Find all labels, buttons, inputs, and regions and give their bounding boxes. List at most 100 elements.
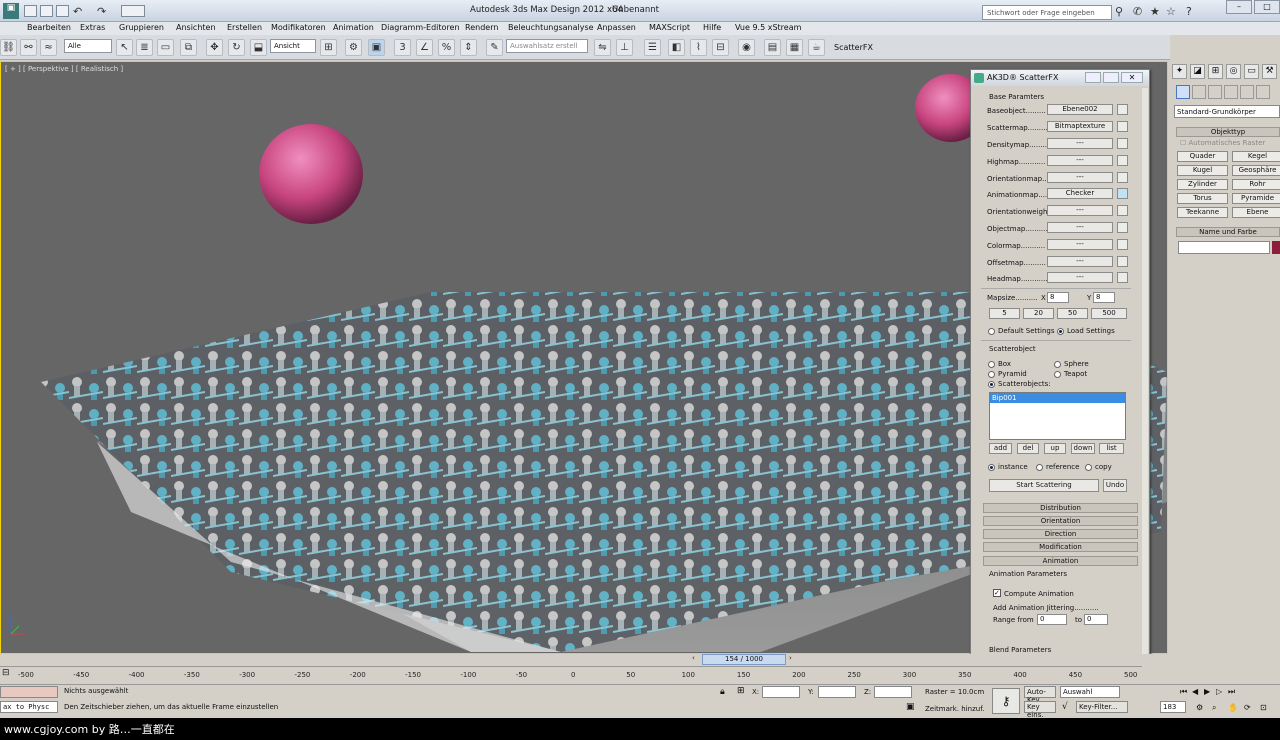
menu-animation[interactable]: Animation: [333, 23, 374, 32]
instance-radio[interactable]: [988, 464, 995, 471]
menu-beleuchtungsanalyse[interactable]: Beleuchtungsanalyse: [508, 23, 594, 32]
track-bar[interactable]: ⊟ -500 -450 -400 -350 -300 -250 -200 -150 -100 -5…: [0, 666, 1142, 684]
pyramide-button[interactable]: Pyramide: [1232, 193, 1280, 204]
select-manipulate-icon[interactable]: ⚙: [345, 39, 362, 56]
reference-coord-dropdown[interactable]: Ansicht: [270, 39, 316, 53]
material-editor-icon[interactable]: ◉: [738, 39, 755, 56]
scattermap-clear[interactable]: [1117, 121, 1128, 132]
favorites-icon[interactable]: ★: [1150, 5, 1160, 18]
absolute-mode-icon[interactable]: ⊞: [737, 686, 745, 696]
menu-gruppieren[interactable]: Gruppieren: [119, 23, 164, 32]
maximize-viewport-icon[interactable]: ⊡: [1260, 703, 1267, 712]
communication-icon[interactable]: ✆: [1133, 5, 1142, 18]
del-button[interactable]: del: [1017, 443, 1039, 454]
geometry-type-dropdown[interactable]: Standard-Grundkörper: [1174, 105, 1280, 118]
orientation-rollout[interactable]: Orientation: [983, 516, 1138, 526]
edit-named-selection-icon[interactable]: ✎: [486, 39, 503, 56]
orientationmap-button[interactable]: ---: [1047, 172, 1113, 183]
render-icon[interactable]: ☕: [808, 39, 825, 56]
star-icon[interactable]: ☆: [1166, 5, 1176, 18]
lights-icon[interactable]: [1208, 85, 1222, 99]
baseobject-button[interactable]: Ebene002: [1047, 104, 1113, 115]
play-icon[interactable]: ▶: [1204, 687, 1210, 696]
scattermap-button[interactable]: Bitmaptexture: [1047, 121, 1113, 132]
go-start-icon[interactable]: ⏮: [1180, 687, 1187, 697]
start-scattering-button[interactable]: Start Scattering: [989, 479, 1099, 492]
teapot-radio[interactable]: [1054, 371, 1061, 378]
time-config-icon[interactable]: ⚙: [1196, 703, 1203, 712]
snap-toggle-icon[interactable]: 3: [394, 39, 411, 56]
mirror-icon[interactable]: ⇋: [594, 39, 611, 56]
default-settings-radio[interactable]: [988, 328, 995, 335]
orientationweight-clear[interactable]: [1117, 205, 1128, 216]
maxscript-listener-field[interactable]: ax to Physc: [0, 701, 58, 713]
scale-icon[interactable]: ⬓: [250, 39, 267, 56]
range-to-field[interactable]: 0: [1084, 614, 1108, 625]
mini-curve-editor-icon[interactable]: ⊟: [2, 668, 10, 678]
down-button[interactable]: down: [1071, 443, 1095, 454]
rendered-frame-icon[interactable]: ▦: [786, 39, 803, 56]
auto-key-button[interactable]: Auto-Key: [1024, 686, 1056, 704]
set-key-button[interactable]: Key eins.: [1024, 701, 1056, 719]
orbit-icon[interactable]: ⟳: [1244, 703, 1251, 712]
curve-editor-icon[interactable]: ⌇: [690, 39, 707, 56]
menu-diagramm-editoren[interactable]: Diagramm-Editoren: [381, 23, 460, 32]
menu-vue-xstream[interactable]: Vue 9.5 xStream: [735, 23, 801, 32]
cameras-icon[interactable]: [1224, 85, 1238, 99]
display-tab-icon[interactable]: ▭: [1244, 64, 1259, 79]
helpers-icon[interactable]: [1240, 85, 1254, 99]
angle-snap-icon[interactable]: ∠: [416, 39, 433, 56]
objtype-rollout-header[interactable]: Objekttyp: [1176, 127, 1280, 137]
rohr-button[interactable]: Rohr: [1232, 179, 1280, 190]
mapsize-y-field[interactable]: 8: [1093, 292, 1115, 303]
selection-filter-dropdown[interactable]: Alle: [64, 39, 112, 53]
help-search-input[interactable]: Stichwort oder Frage eingeben: [982, 5, 1112, 20]
animationmap-button[interactable]: Checker: [1047, 188, 1113, 199]
add-time-tag[interactable]: Zeitmark. hinzuf.: [925, 705, 984, 713]
open-icon[interactable]: [40, 5, 53, 17]
sphere-radio[interactable]: [1054, 361, 1061, 368]
render-setup-icon[interactable]: ▤: [764, 39, 781, 56]
compute-animation-checkbox[interactable]: ✓: [993, 589, 1001, 597]
preset-500-button[interactable]: 500: [1091, 308, 1127, 319]
shapes-icon[interactable]: [1192, 85, 1206, 99]
x-coord-field[interactable]: [762, 686, 800, 698]
pivot-center-icon[interactable]: ⊞: [320, 39, 337, 56]
animation-rollout[interactable]: Animation: [983, 556, 1138, 566]
undo-icon[interactable]: ↶: [73, 5, 82, 18]
go-end-icon[interactable]: ⏭: [1228, 687, 1235, 697]
spacewarps-icon[interactable]: [1256, 85, 1270, 99]
modify-tab-icon[interactable]: ◪: [1190, 64, 1205, 79]
object-color-swatch[interactable]: [1272, 241, 1280, 254]
motion-tab-icon[interactable]: ◎: [1226, 64, 1241, 79]
prev-key-icon[interactable]: ◀: [1192, 687, 1198, 696]
torus-button[interactable]: Torus: [1177, 193, 1228, 204]
kugel-button[interactable]: Kugel: [1177, 165, 1228, 176]
new-icon[interactable]: [24, 5, 37, 17]
set-key-icon[interactable]: ⚷: [992, 688, 1020, 714]
bind-spacewarp-icon[interactable]: ≈: [40, 39, 57, 56]
quader-button[interactable]: Quader: [1177, 151, 1228, 162]
headmap-button[interactable]: ---: [1047, 272, 1113, 283]
maxscript-listener-pink[interactable]: [0, 686, 58, 698]
hierarchy-tab-icon[interactable]: ⊞: [1208, 64, 1223, 79]
time-slider-thumb[interactable]: 154 / 1000: [702, 654, 786, 665]
prev-frame-icon[interactable]: ‹: [692, 654, 695, 662]
select-by-name-icon[interactable]: ≣: [136, 39, 153, 56]
colormap-button[interactable]: ---: [1047, 239, 1113, 250]
reference-radio[interactable]: [1036, 464, 1043, 471]
scatterfx-toolbar-label[interactable]: ScatterFX: [834, 43, 873, 52]
time-tag-icon[interactable]: ▣: [906, 702, 915, 712]
menu-ansichten[interactable]: Ansichten: [176, 23, 216, 32]
geosphaere-button[interactable]: Geosphäre: [1232, 165, 1280, 176]
ebene-button[interactable]: Ebene: [1232, 207, 1280, 218]
scatterobjects-list[interactable]: Bip001: [989, 392, 1126, 440]
help-icon[interactable]: ?: [1186, 5, 1192, 18]
offsetmap-clear[interactable]: [1117, 256, 1128, 267]
modification-rollout[interactable]: Modification: [983, 542, 1138, 552]
baseobject-clear[interactable]: [1117, 104, 1128, 115]
save-icon[interactable]: [56, 5, 69, 17]
layer-manager-icon[interactable]: ☰: [644, 39, 661, 56]
rect-selection-icon[interactable]: ▭: [157, 39, 174, 56]
menu-anpassen[interactable]: Anpassen: [597, 23, 636, 32]
